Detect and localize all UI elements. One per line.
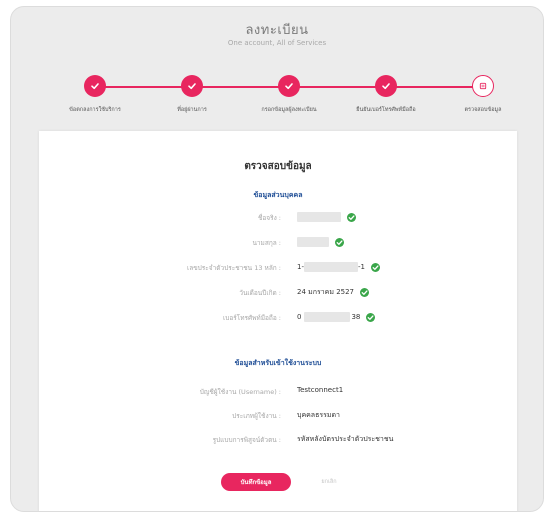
field-mobile: เบอร์โทรศัพท์มือถือ : 0 38: [39, 311, 517, 325]
field-value: [297, 237, 344, 247]
personal-section-title: ข้อมูลส่วนบุคคล: [253, 191, 303, 199]
register-window: ลงทะเบียน One account, All of Services ข…: [10, 6, 544, 512]
step-label: ที่อยู่ผ่านการ: [177, 107, 207, 113]
field-username: บัญชีผู้ใช้งาน (Username) : Testconnect1: [39, 385, 517, 399]
field-auth-method: รูปแบบการพิสูจน์ตัวตน : รหัสหลังบัตรประจ…: [39, 433, 517, 447]
field-label: นามสกุล :: [252, 239, 281, 247]
field-value: 24 มกราคม 2527: [297, 287, 370, 298]
redacted-value: [303, 262, 358, 272]
step-list-icon: [472, 75, 494, 97]
user-type-value: บุคคลธรรมดา: [297, 411, 340, 419]
field-label: เบอร์โทรศัพท์มือถือ :: [223, 314, 281, 322]
mobile-suffix: 38: [351, 313, 361, 321]
field-value: 1- -1: [297, 262, 380, 272]
step-1: ข้อตกลงการใช้บริการ: [45, 75, 145, 114]
field-citizen-id: เลขประจำตัวประชาชน 13 หลัก : 1- -1: [39, 261, 517, 275]
field-birthdate: วันเดือนปีเกิด : 24 มกราคม 2527: [39, 286, 517, 300]
step-check-icon: [181, 75, 203, 97]
step-label: ตรวจสอบข้อมูล: [464, 107, 502, 113]
step-4: ยืนยันเบอร์โทรศัพท์มือถือ: [336, 75, 436, 114]
step-check-icon: [84, 75, 106, 97]
verified-check-icon: [335, 237, 344, 247]
birthdate-value: 24 มกราคม 2527: [297, 288, 355, 296]
page-subtitle: One account, All of Services: [227, 39, 327, 47]
step-check-icon: [375, 75, 397, 97]
username-value: Testconnect1: [297, 386, 344, 394]
step-label: ข้อตกลงการใช้บริการ: [69, 107, 121, 113]
redacted-value: [297, 212, 341, 222]
redacted-value: [297, 237, 329, 247]
account-section-title: ข้อมูลสำหรับเข้าใช้งานระบบ: [234, 359, 322, 367]
field-label: วันเดือนปีเกิด :: [239, 289, 281, 297]
mobile-prefix: 0: [297, 313, 302, 321]
step-5: ตรวจสอบข้อมูล: [433, 75, 533, 114]
page-title: ลงทะเบียน: [245, 23, 309, 38]
register-header: ลงทะเบียน One account, All of Services ข…: [11, 7, 543, 131]
cancel-button[interactable]: ยกเลิก: [304, 473, 354, 491]
redacted-value: [304, 312, 351, 322]
step-3: กรอกข้อมูลผู้ลงทะเบียน: [239, 75, 339, 114]
field-value: [297, 212, 356, 222]
field-user-type: ประเภทผู้ใช้งาน : บุคคลธรรมดา: [39, 409, 517, 423]
step-2: ที่อยู่ผ่านการ: [142, 75, 242, 114]
citizen-id-prefix: 1-: [297, 263, 304, 271]
citizen-id-suffix: -1: [357, 263, 365, 271]
verified-check-icon: [360, 288, 370, 297]
field-firstname: ชื่อจริง :: [39, 211, 517, 225]
field-value: 0 38: [297, 312, 376, 322]
step-check-icon: [278, 75, 300, 97]
save-button[interactable]: บันทึกข้อมูล: [221, 473, 291, 491]
field-label: บัญชีผู้ใช้งาน (Username) :: [199, 388, 281, 396]
step-label: กรอกข้อมูลผู้ลงทะเบียน: [261, 107, 317, 113]
verified-check-icon: [370, 262, 380, 272]
field-label: เลขประจำตัวประชาชน 13 หลัก :: [187, 264, 281, 272]
review-card: ตรวจสอบข้อมูล ข้อมูลส่วนบุคคล ชื่อจริง :…: [39, 131, 517, 511]
card-title: ตรวจสอบข้อมูล: [244, 161, 312, 172]
field-label: รูปแบบการพิสูจน์ตัวตน :: [212, 436, 281, 444]
step-label: ยืนยันเบอร์โทรศัพท์มือถือ: [356, 107, 416, 113]
field-label: ประเภทผู้ใช้งาน :: [232, 412, 281, 420]
verified-check-icon: [347, 212, 356, 222]
verified-check-icon: [366, 312, 376, 322]
field-label: ชื่อจริง :: [257, 214, 281, 222]
auth-method-value: รหัสหลังบัตรประจำตัวประชาชน: [297, 435, 394, 443]
field-lastname: นามสกุล :: [39, 236, 517, 250]
